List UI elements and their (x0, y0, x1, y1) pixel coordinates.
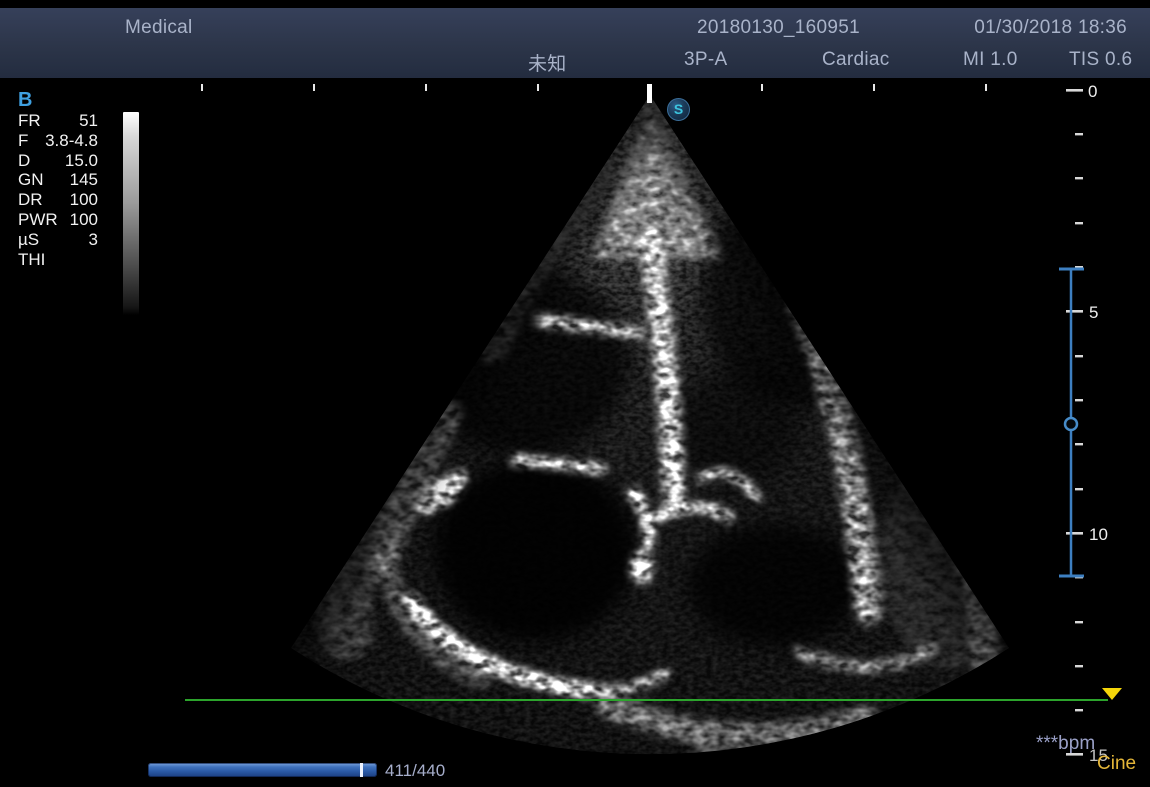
probe-orientation-logo: S (667, 98, 690, 121)
heart-rate-value: ***bpm (1036, 733, 1095, 755)
focus-position-handle[interactable] (1065, 418, 1077, 430)
top-ruler (201, 84, 987, 91)
cine-position-handle[interactable] (360, 763, 363, 777)
cardiac-sector-image (291, 95, 1030, 765)
focus-zone-indicator[interactable] (1059, 269, 1084, 576)
depth-label-5: 5 (1089, 303, 1098, 322)
apex-center-marker (647, 84, 652, 103)
depth-label-0: 0 (1088, 82, 1097, 101)
cine-frame-counter: 411/440 (385, 761, 445, 781)
yellow-depth-marker-icon (1102, 688, 1122, 700)
ultrasound-screen: Medical 20180130_160951 01/30/2018 18:36… (0, 0, 1150, 787)
cine-mode-label: Cine (1097, 753, 1136, 775)
orientation-letter: S (674, 101, 683, 117)
cine-progress-bar[interactable] (148, 763, 377, 777)
ultrasound-display: 0 5 10 15 (0, 0, 1150, 787)
depth-label-10: 10 (1089, 525, 1108, 544)
